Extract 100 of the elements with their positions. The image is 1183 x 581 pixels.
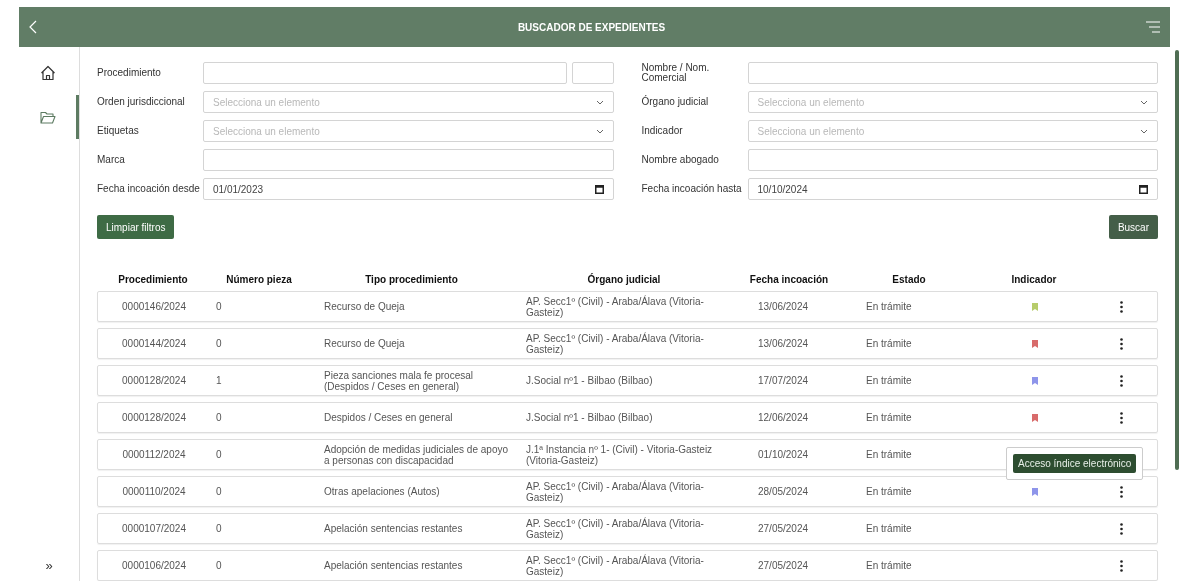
table-cell: 0000106/2024	[122, 560, 186, 571]
calendar-icon	[594, 184, 604, 194]
table-cell: 0000128/2024	[122, 375, 186, 386]
folder-icon[interactable]	[39, 110, 56, 124]
table-cell-text: J.Social nº1 - Bilbao (Bilbao)	[525, 412, 654, 423]
table-cell-text: J.Social nº1 - Bilbao (Bilbao)	[525, 375, 654, 386]
column-header: Fecha incoación	[749, 273, 829, 287]
table-cell-text: 17/07/2024	[757, 375, 810, 386]
more-options-icon[interactable]	[1120, 522, 1123, 535]
more-options-icon[interactable]	[1120, 559, 1123, 572]
search-button[interactable]: Buscar	[1108, 215, 1158, 239]
table-cell-text: 0	[215, 412, 223, 423]
column-header: Órgano judicial	[587, 272, 661, 287]
table-cell-text: AP. Secc1º (Civil) - Araba/Álava (Vitoria-Gasteiz)	[525, 332, 705, 355]
table-cell: 0000146/2024	[122, 301, 186, 312]
more-options-icon[interactable]	[1120, 411, 1123, 424]
more-options-icon[interactable]	[1120, 374, 1123, 387]
table-cell: 0000107/2024	[122, 523, 186, 534]
chevron-down-icon	[595, 99, 604, 105]
back-icon[interactable]	[29, 20, 37, 34]
table-cell-text: 13/06/2024	[757, 338, 810, 349]
table-cell-text: 1	[215, 375, 223, 386]
more-options-icon[interactable]	[1120, 300, 1123, 313]
table-cell-text: Otras apelaciones (Autos)	[323, 486, 441, 497]
table-cell-text: Adopción de medidas judiciales de apoyo a personas con discapacidad	[323, 443, 509, 466]
field-label: Indicador	[641, 126, 684, 136]
table-row[interactable]: 0000146/2024 0 Recurso de Queja AP. Secc1º (Civil) - Araba/Álava (Vitoria-Gasteiz) 13/06/2024 En trámite	[97, 291, 1158, 322]
chevron-down-icon	[1140, 128, 1148, 134]
table-cell-text: En trámite	[865, 301, 913, 312]
field-label: Orden jurisdiccional	[97, 97, 186, 107]
table-cell-text: Recurso de Queja	[323, 338, 406, 349]
table-cell-text: 12/06/2024	[757, 412, 810, 423]
table-cell-text: En trámite	[865, 338, 913, 349]
table-cell-text: En trámite	[865, 523, 913, 534]
home-icon[interactable]	[39, 65, 56, 81]
field-label: Nombre abogado	[641, 155, 720, 165]
column-header: Tipo procedimiento	[365, 273, 458, 287]
field-label: Nombre / Nom. Comercial	[641, 63, 711, 83]
table-cell-text: Despidos / Ceses en general	[323, 412, 454, 423]
table-cell-text: 0	[215, 523, 223, 534]
field-label: Órgano judicial	[641, 97, 710, 107]
table-row[interactable]: 0000144/2024 0 Recurso de Queja AP. Secc1º (Civil) - Araba/Álava (Vitoria-Gasteiz) 13/06/2024 En trámite	[97, 328, 1158, 359]
table-cell-text: 0	[215, 449, 223, 460]
table-cell-text: 28/05/2024	[757, 486, 810, 497]
table-cell: 0000112/2024	[122, 449, 186, 460]
table-cell-text: 27/05/2024	[757, 560, 810, 571]
table-row[interactable]: 0000128/2024 0 Despidos / Ceses en general J.Social nº1 - Bilbao (Bilbao) 12/06/2024 En trámite	[97, 402, 1158, 433]
page-title: BUSCADOR DE EXPEDIENTES	[517, 20, 666, 35]
table-cell-text: AP. Secc1º (Civil) - Araba/Álava (Vitoria-Gasteiz)	[525, 554, 705, 577]
field-label: Etiquetas	[97, 126, 140, 136]
more-options-icon[interactable]	[1120, 485, 1123, 498]
column-header: Número pieza	[226, 273, 292, 287]
table-cell-text: En trámite	[865, 412, 913, 423]
chevron-down-icon	[595, 128, 604, 134]
table-row[interactable]: 0000107/2024 0 Apelación sentencias restantes AP. Secc1º (Civil) - Araba/Álava (Vitoria-Gasteiz) 27/05/2024 En trámite	[97, 513, 1158, 544]
table-cell-text: Pieza sanciones mala fe procesal (Despidos / Ceses en general)	[323, 369, 474, 392]
text-field[interactable]	[571, 62, 614, 84]
table-row[interactable]: 0000110/2024 0 Otras apelaciones (Autos) AP. Secc1º (Civil) - Araba/Álava (Vitoria-Gasteiz) 28/05/2024 En trámite	[97, 476, 1158, 507]
chevron-down-icon	[1140, 99, 1148, 105]
table-row[interactable]: 0000128/2024 1 Pieza sanciones mala fe procesal (Despidos / Ceses en general) J.Social nº1 - Bilbao (Bilbao) 17/07/2024 En trámite	[97, 365, 1158, 396]
field-label: Procedimiento	[97, 68, 162, 78]
table-cell-text: J.1ª Instancia nº 1- (Civil) - Vitoria-Gasteiz (Vitoria-Gasteiz)	[525, 443, 714, 466]
text-field[interactable]	[747, 149, 1158, 171]
clear-filters-button[interactable]: Limpiar filtros	[97, 215, 175, 239]
text-field[interactable]	[747, 62, 1158, 84]
table-cell: 0000144/2024	[122, 338, 186, 349]
table-cell-text: 0	[215, 301, 223, 312]
table-row[interactable]: 0000106/2024 0 Apelación sentencias restantes AP. Secc1º (Civil) - Araba/Álava (Vitoria-Gasteiz) 27/05/2024 En trámite	[97, 550, 1158, 581]
table-cell: 0000110/2024	[122, 486, 186, 497]
table-cell-text: 27/05/2024	[757, 523, 810, 534]
table-cell-text: En trámite	[865, 449, 913, 460]
table-cell-text: Recurso de Queja	[323, 301, 406, 312]
tooltip-label: Acceso índice electrónico	[1013, 454, 1137, 473]
table-cell-text: En trámite	[865, 560, 913, 571]
field-label: Fecha incoación hasta	[641, 184, 743, 194]
date-field[interactable]: 10/10/2024	[747, 178, 1158, 200]
text-field[interactable]	[203, 149, 614, 171]
text-field[interactable]	[203, 62, 567, 84]
table-cell-text: 0	[215, 560, 223, 571]
table-cell-text: Apelación sentencias restantes	[323, 523, 464, 534]
table-cell-text: 0	[215, 338, 223, 349]
field-label: Marca	[97, 155, 126, 165]
table-cell-text: AP. Secc1º (Civil) - Araba/Álava (Vitoria-Gasteiz)	[525, 480, 705, 503]
table-cell-text: En trámite	[865, 375, 913, 386]
table-cell-text: AP. Secc1º (Civil) - Araba/Álava (Vitoria-Gasteiz)	[525, 295, 705, 318]
table-cell-text: 13/06/2024	[757, 301, 810, 312]
column-header: Indicador	[1011, 273, 1057, 287]
date-field[interactable]: 01/01/2023	[203, 178, 614, 200]
table-cell-text: 01/10/2024	[757, 449, 810, 460]
more-options-icon[interactable]	[1120, 337, 1123, 350]
scrollbar-thumb[interactable]	[1174, 50, 1179, 470]
table-cell-text: En trámite	[865, 486, 913, 497]
expand-icon[interactable]: »	[45, 555, 53, 575]
column-header: Procedimiento	[118, 273, 188, 287]
field-label: Fecha incoación desde	[97, 184, 201, 194]
table-cell-text: 0	[215, 486, 223, 497]
table-cell-text: Apelación sentencias restantes	[323, 560, 464, 571]
table-cell-text: AP. Secc1º (Civil) - Araba/Álava (Vitoria-Gasteiz)	[525, 517, 705, 540]
calendar-icon	[1139, 184, 1148, 194]
column-header: Estado	[892, 273, 926, 287]
